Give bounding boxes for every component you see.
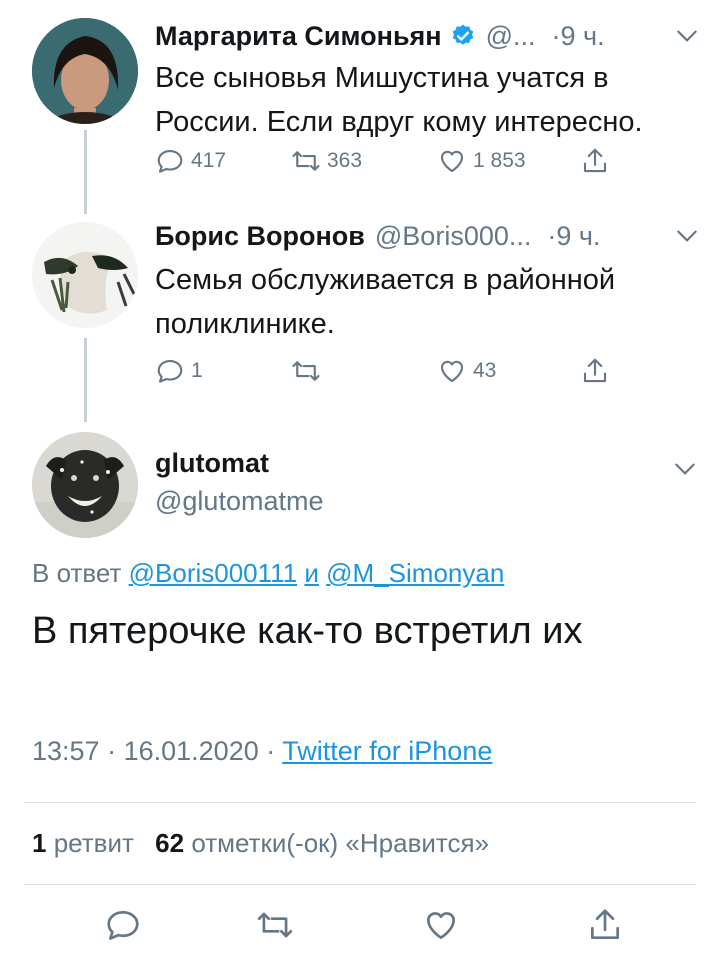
retweet-count[interactable]: 1 (32, 828, 46, 858)
thread-line (84, 130, 87, 214)
author-handle[interactable]: @glutomatme (155, 486, 323, 517)
avatar-image (32, 222, 138, 328)
reply-icon (157, 149, 183, 173)
like-button[interactable]: 1 853 (437, 146, 526, 176)
share-button[interactable] (586, 906, 624, 949)
share-icon (590, 909, 620, 940)
author-name[interactable]: Борис Воронов (155, 221, 365, 252)
timestamp[interactable]: ·9 ч. (547, 221, 600, 252)
retweet-button[interactable] (291, 356, 327, 386)
retweet-icon (257, 912, 293, 938)
avatar[interactable] (32, 432, 138, 538)
like-count[interactable]: 62 (155, 828, 184, 858)
tweet-text: Семья обслуживается в районной поликлини… (155, 264, 616, 340)
like-count: 43 (473, 359, 497, 382)
meta-separator: · (107, 736, 124, 766)
divider (24, 802, 696, 803)
reply-context: В ответ @Boris000111 и @M_Simonyan (32, 558, 504, 589)
share-button[interactable] (580, 146, 610, 176)
author-handle[interactable]: @... (486, 21, 536, 52)
verified-badge-icon (450, 23, 476, 49)
main-tweet-text: В пятерочке как-то встретил их (32, 610, 583, 652)
timestamp[interactable]: ·9 ч. (552, 21, 605, 52)
mention-link[interactable]: @Boris000111 (129, 558, 298, 588)
share-icon (583, 148, 607, 173)
retweet-count: 363 (327, 149, 363, 172)
author-handle[interactable]: @Boris000... (375, 221, 531, 252)
tweet-meta: 13:57 · 16.01.2020 · Twitter for iPhone (32, 736, 492, 767)
reply-prefix: В ответ (32, 558, 122, 588)
divider (24, 884, 696, 885)
like-button[interactable] (422, 906, 460, 949)
chevron-down-icon[interactable] (674, 23, 700, 49)
reply-count: 417 (191, 149, 227, 172)
retweet-button[interactable] (256, 906, 294, 949)
avatar[interactable] (32, 222, 138, 328)
author-name[interactable]: Маргарита Симоньян (155, 21, 442, 52)
mention-link[interactable]: @M_Simonyan (326, 558, 504, 588)
chevron-down-icon[interactable] (672, 456, 698, 482)
meta-separator: · (266, 736, 283, 766)
main-actions (0, 906, 720, 950)
retweet-label[interactable]: ретвит (54, 828, 134, 858)
avatar-image (32, 18, 138, 124)
reply-count: 1 (191, 359, 203, 382)
engagement-stats: 1 ретвит 62 отметки(-ок) «Нравится» (32, 828, 489, 859)
retweet-icon (292, 361, 320, 381)
reply-button[interactable]: 1 (155, 356, 203, 386)
avatar-image (32, 432, 138, 538)
chevron-down-icon[interactable] (674, 223, 700, 249)
like-count: 1 853 (473, 149, 526, 172)
reply-button[interactable] (104, 906, 142, 949)
heart-icon (440, 360, 464, 383)
tweet1-actions: 417 363 1 853 (155, 146, 625, 182)
tweet1-header: Маргарита Симоньян @... ·9 ч. (155, 18, 700, 54)
thread-line (84, 338, 87, 422)
tweet-time: 13:57 (32, 736, 100, 766)
author-name[interactable]: glutomat (155, 448, 269, 479)
tweet-text: Все сыновья Мишустина учатся в России. Е… (155, 62, 643, 138)
source-link[interactable]: Twitter for iPhone (282, 736, 492, 766)
tweet2-header: Борис Воронов @Boris000... ·9 ч. (155, 218, 700, 254)
reply-and: и (304, 558, 319, 588)
tweet-date: 16.01.2020 (123, 736, 259, 766)
retweet-icon (292, 151, 320, 171)
heart-icon (426, 912, 456, 940)
share-icon (583, 358, 607, 383)
heart-icon (440, 150, 464, 173)
share-button[interactable] (580, 356, 610, 386)
reply-icon (157, 359, 183, 383)
reply-icon (107, 910, 139, 940)
reply-button[interactable]: 417 (155, 146, 226, 176)
like-label[interactable]: отметки(-ок) «Нравится» (191, 828, 489, 858)
avatar[interactable] (32, 18, 138, 124)
like-button[interactable]: 43 (437, 356, 496, 386)
tweet2-actions: 1 43 (155, 356, 625, 392)
retweet-button[interactable]: 363 (291, 146, 362, 176)
